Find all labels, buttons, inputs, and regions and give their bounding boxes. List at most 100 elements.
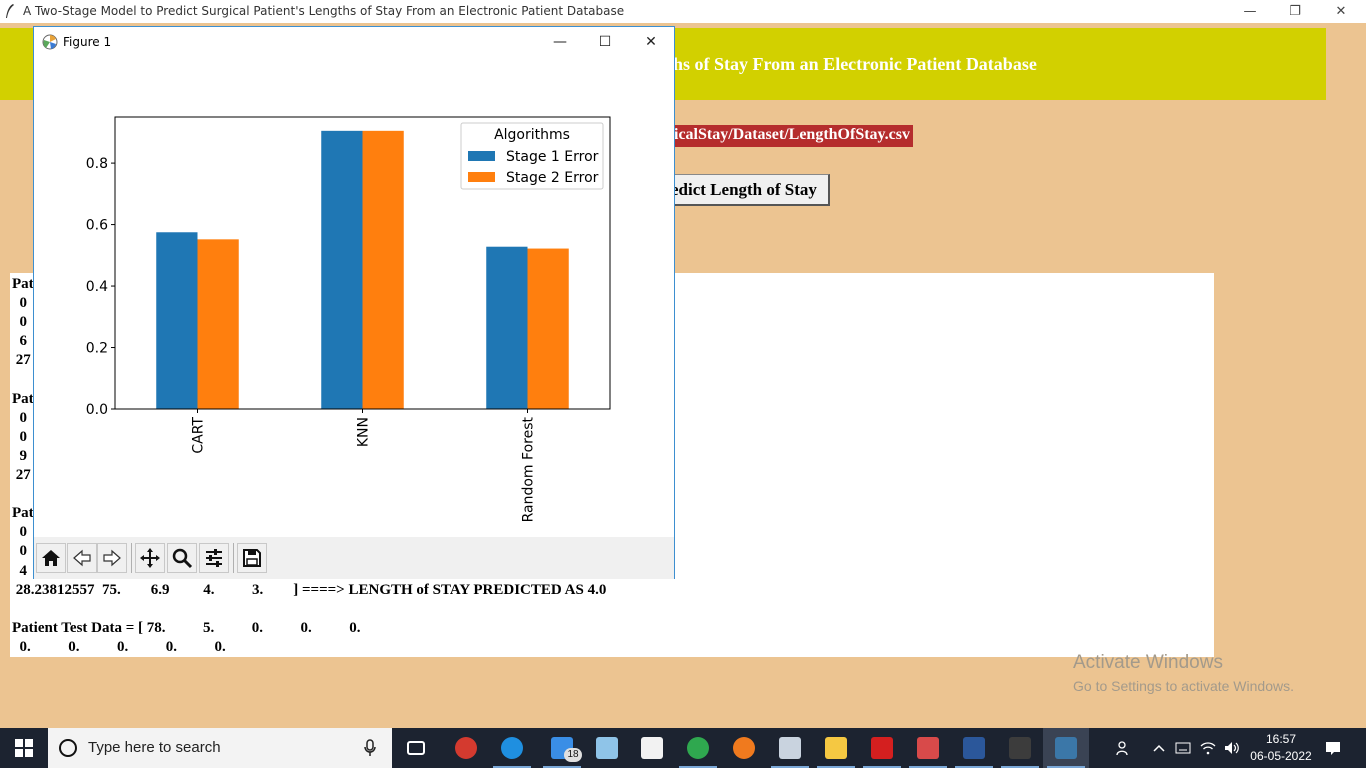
matplotlib-icon <box>42 34 58 50</box>
bar-cart-series-1 <box>156 232 198 409</box>
task-view-glyph <box>407 741 425 755</box>
activate-windows-watermark: Activate Windows Go to Settings to activ… <box>1073 652 1294 694</box>
task-view-icon[interactable] <box>393 728 439 768</box>
figure-close-button[interactable]: ✕ <box>628 27 674 57</box>
main-minimize-button[interactable]: — <box>1227 0 1273 23</box>
people-icon[interactable] <box>1110 728 1138 768</box>
word-icon[interactable] <box>951 728 997 768</box>
output-line: 28.23812557 75. 6.9 4. 3. ] ====> LENGTH… <box>12 581 607 598</box>
output-line: 0 <box>12 524 28 541</box>
output-line: Pat <box>12 505 34 522</box>
keyboard-icon[interactable] <box>1172 728 1194 768</box>
output-line: 27 <box>12 352 31 369</box>
edge-icon[interactable] <box>489 728 535 768</box>
app-orange-glyph <box>733 737 755 759</box>
pdf-editor-glyph <box>779 737 801 759</box>
x-tick-label: KNN <box>356 417 372 447</box>
acrobat-glyph <box>871 737 893 759</box>
y-tick-label: 0.6 <box>86 218 108 234</box>
configure-subplots-icon[interactable] <box>199 543 229 573</box>
feather-icon <box>6 4 14 18</box>
output-line: Patient Test Data = [ 78. 5. 0. 0. 0. <box>12 619 361 636</box>
python-glyph <box>1055 737 1077 759</box>
clock-date: 06-05-2022 <box>1250 749 1312 763</box>
terminal-icon[interactable] <box>997 728 1043 768</box>
taskbar-clock[interactable]: 16:57 06-05-2022 <box>1246 731 1316 765</box>
figure-minimize-button[interactable]: — <box>537 27 583 57</box>
figure-titlebar: Figure 1 — ☐ ✕ <box>34 27 674 57</box>
legend-swatch <box>468 151 495 161</box>
windows-logo-icon <box>15 739 33 757</box>
search-placeholder: Type here to search <box>88 739 221 756</box>
word-glyph <box>963 737 985 759</box>
bar-chart[interactable]: CARTKNNRandom Forest0.00.20.40.60.8Param… <box>34 57 674 537</box>
legend-title: Algorithms <box>494 127 570 143</box>
taskbar-search-box[interactable]: Type here to search <box>48 728 392 768</box>
zoom-icon[interactable] <box>167 543 197 573</box>
y-tick-label: 0.8 <box>86 156 108 172</box>
python-icon[interactable] <box>1043 728 1089 768</box>
matplotlib-toolbar <box>34 537 674 579</box>
paint-app-icon[interactable] <box>905 728 951 768</box>
output-line: 0. 0. 0. 0. 0. <box>12 638 226 655</box>
paint-app-glyph <box>917 737 939 759</box>
bar-knn-series-2 <box>362 130 404 409</box>
store-icon[interactable] <box>629 728 675 768</box>
forward-icon[interactable] <box>97 543 127 573</box>
windows-taskbar: Type here to search 16:57 06-05-2022 <box>0 728 1366 768</box>
pan-icon[interactable] <box>135 543 165 573</box>
bar-random-forest-series-1 <box>486 246 528 409</box>
x-tick-label: Random Forest <box>521 417 537 523</box>
figure-title: Figure 1 <box>63 35 112 49</box>
output-line: 27 <box>12 467 31 483</box>
microphone-icon[interactable] <box>364 739 376 757</box>
output-line: 6 <box>12 333 28 350</box>
output-line: 4 <box>12 562 28 579</box>
y-tick-label: 0.4 <box>86 279 108 295</box>
save-icon[interactable] <box>237 543 267 573</box>
store-glyph <box>641 737 663 759</box>
start-button[interactable] <box>0 728 48 768</box>
toolbar-separator <box>233 543 234 573</box>
volume-icon[interactable] <box>1220 728 1244 768</box>
cortana-icon <box>59 739 77 757</box>
show-hidden-icons-icon[interactable] <box>1148 728 1170 768</box>
app-red-swirl-icon[interactable] <box>443 728 489 768</box>
bar-knn-series-1 <box>321 130 363 409</box>
toolbar-separator <box>131 543 132 573</box>
home-icon[interactable] <box>36 543 66 573</box>
wifi-icon[interactable] <box>1196 728 1220 768</box>
legend-entry-label: Stage 1 Error <box>506 149 599 165</box>
legend-swatch <box>468 172 495 182</box>
legend-entry-label: Stage 2 Error <box>506 170 599 186</box>
main-titlebar: A Two-Stage Model to Predict Surgical Pa… <box>0 0 1366 23</box>
y-tick-label: 0.0 <box>86 402 108 418</box>
figure-window: Figure 1 — ☐ ✕ CART KNN Random Forest 0.0 0.… <box>33 26 675 579</box>
file-explorer-icon[interactable] <box>813 728 859 768</box>
file-explorer-glyph <box>825 737 847 759</box>
edge-glyph <box>501 737 523 759</box>
back-icon[interactable] <box>67 543 97 573</box>
mail-count-badge: 18 <box>564 748 582 762</box>
figure-maximize-button[interactable]: ☐ <box>582 27 628 57</box>
app-red-swirl-glyph <box>455 737 477 759</box>
main-window-title: A Two-Stage Model to Predict Surgical Pa… <box>23 4 625 18</box>
clock-time: 16:57 <box>1265 732 1297 746</box>
main-restore-button[interactable]: ❐ <box>1272 0 1318 23</box>
activate-title: Activate Windows <box>1073 652 1223 673</box>
notepad-app-icon[interactable] <box>584 728 630 768</box>
acrobat-icon[interactable] <box>859 728 905 768</box>
chrome-icon[interactable] <box>675 728 721 768</box>
notifications-icon[interactable] <box>1320 728 1346 768</box>
output-line: 0 <box>12 295 28 312</box>
bar-random-forest-series-2 <box>527 248 569 409</box>
y-tick-label: 0.2 <box>86 341 108 357</box>
notepad-app-glyph <box>596 737 618 759</box>
bar-cart-series-2 <box>197 239 239 409</box>
dataset-path-label: urgicalStay/Dataset/LengthOfStay.csv <box>640 125 913 147</box>
output-line: Pat <box>12 276 34 292</box>
app-orange-icon[interactable] <box>721 728 767 768</box>
main-close-button[interactable]: ✕ <box>1318 0 1364 23</box>
activate-subtitle: Go to Settings to activate Windows. <box>1073 678 1294 694</box>
pdf-editor-icon[interactable] <box>767 728 813 768</box>
